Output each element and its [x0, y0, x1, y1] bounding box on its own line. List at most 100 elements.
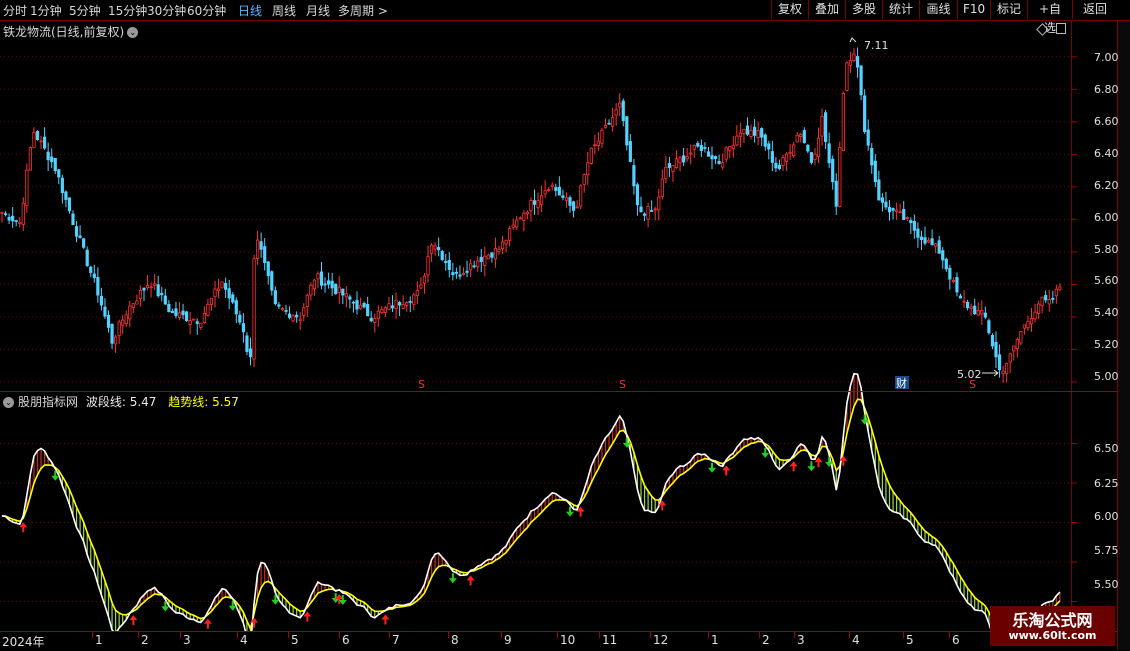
candle-body — [685, 155, 689, 160]
candle — [561, 189, 565, 201]
candle-body — [490, 252, 494, 258]
candle-body — [593, 144, 597, 147]
candle-body — [60, 177, 64, 194]
candle-body — [248, 348, 253, 358]
candle-body — [607, 122, 611, 125]
candle-body — [1015, 339, 1019, 349]
candle-body — [898, 211, 902, 214]
candle — [859, 65, 863, 101]
candle-body — [454, 271, 459, 274]
price-tick: 6.20 — [1094, 179, 1119, 192]
date-label: 12 — [653, 633, 669, 647]
candle-body — [760, 128, 764, 138]
finance-marker: 财 — [896, 376, 907, 390]
chevron-down-icon[interactable]: ⌄ — [3, 397, 14, 408]
candle — [490, 252, 494, 263]
candle — [500, 235, 505, 255]
candle-body — [408, 301, 412, 303]
candle-body — [429, 244, 434, 254]
candle — [106, 310, 111, 333]
candle-body — [625, 116, 629, 146]
candle-body — [1012, 345, 1016, 352]
candle — [461, 267, 466, 276]
candle — [181, 303, 185, 320]
candle — [362, 301, 366, 309]
candle — [529, 197, 533, 222]
candle — [1005, 362, 1009, 383]
candle — [355, 291, 359, 315]
candle — [43, 127, 47, 150]
candle — [994, 331, 998, 369]
candle-body — [958, 295, 963, 299]
candle-body — [337, 286, 341, 293]
candle — [987, 318, 991, 335]
candle — [224, 277, 228, 299]
candle-body — [749, 129, 753, 137]
candle — [568, 195, 572, 213]
candle — [351, 300, 356, 313]
candle-body — [28, 147, 33, 171]
candle-body — [156, 284, 160, 297]
candle — [138, 285, 143, 307]
candle-body — [717, 160, 721, 164]
candle — [593, 134, 597, 155]
candle-body — [177, 312, 182, 318]
sell-arrow-icon — [448, 573, 457, 584]
candle-body — [316, 273, 320, 280]
candle-body — [302, 307, 306, 316]
candle-body — [635, 184, 640, 206]
candle — [749, 124, 753, 140]
candle-body — [447, 259, 451, 270]
candle-body — [859, 65, 863, 96]
candle — [692, 144, 696, 158]
candle-body — [483, 255, 487, 266]
window-toggle-icon[interactable] — [1056, 23, 1066, 34]
candle — [774, 157, 778, 173]
candle — [809, 151, 814, 165]
candle — [241, 313, 245, 343]
candle — [1015, 337, 1019, 358]
candle-body — [1001, 370, 1005, 375]
candle-body — [114, 336, 118, 345]
candle-body — [1005, 363, 1009, 375]
candle — [756, 121, 760, 146]
candle — [540, 185, 544, 213]
candle — [387, 296, 391, 310]
candle — [682, 147, 686, 166]
kline-chart[interactable]: 7.11 5.02 S S S 财 — [0, 0, 1117, 631]
candle — [628, 134, 632, 163]
candle — [554, 183, 558, 197]
candle — [35, 130, 40, 141]
candle-body — [131, 303, 135, 308]
candle-body — [834, 180, 838, 207]
candle-body — [753, 126, 757, 136]
candle — [742, 128, 746, 144]
candle-body — [238, 314, 242, 323]
candle — [767, 140, 771, 160]
chevron-down-icon[interactable]: ⌄ — [127, 27, 139, 38]
candle-body — [628, 141, 632, 162]
candle-body — [71, 213, 75, 225]
candle-body — [845, 62, 849, 91]
candle — [760, 127, 764, 146]
candle-body — [976, 310, 980, 316]
candle — [468, 259, 473, 277]
panel-divider — [0, 391, 1117, 392]
buy-arrow-icon — [381, 614, 390, 625]
candle — [184, 310, 189, 323]
candle-body — [582, 174, 586, 185]
candle — [170, 308, 174, 314]
candle — [1008, 352, 1012, 374]
candle — [579, 184, 583, 209]
candle — [547, 187, 551, 192]
candlestick-series — [0, 47, 1062, 383]
candle — [611, 107, 615, 132]
candle — [912, 214, 916, 239]
candle — [891, 207, 895, 220]
candle — [564, 192, 569, 208]
candle — [515, 215, 519, 230]
price-tick: 6.40 — [1094, 147, 1119, 160]
candle — [898, 203, 902, 214]
candle — [855, 47, 860, 78]
indicator-tick: 5.75 — [1094, 544, 1119, 557]
